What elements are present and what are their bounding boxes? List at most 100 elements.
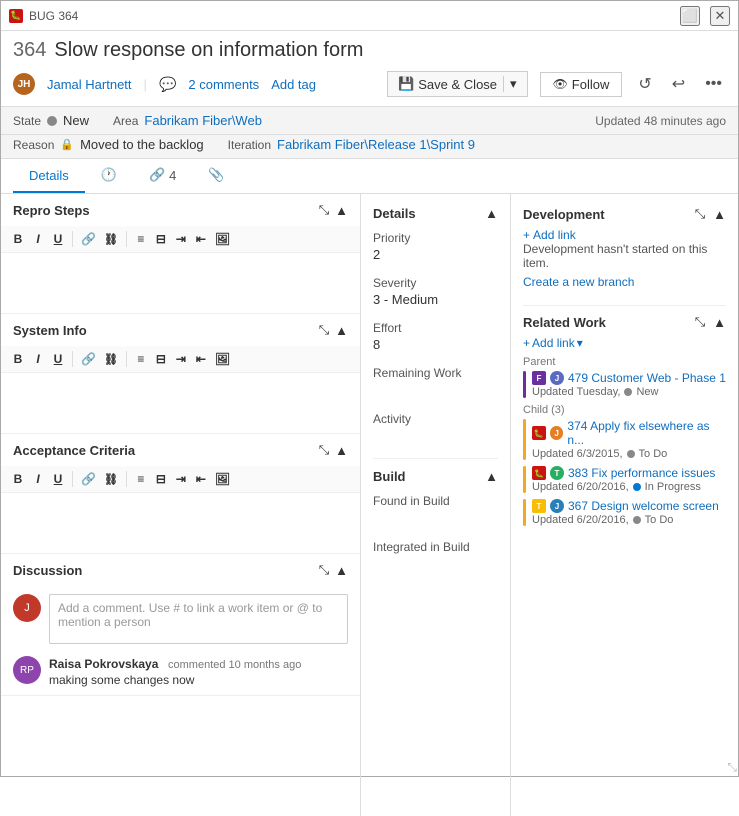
child-2-meta: Updated 6/20/2016, In Progress bbox=[532, 481, 726, 493]
discussion-content: J Add a comment. Use # to link a work it… bbox=[1, 586, 360, 695]
collapse-icon-si[interactable]: ▲ bbox=[335, 323, 348, 338]
list-btn-ac[interactable]: ≡ bbox=[132, 470, 150, 488]
underline-button-ac[interactable]: U bbox=[49, 470, 67, 488]
bold-button-ac[interactable]: B bbox=[9, 470, 27, 488]
tab-details[interactable]: Details bbox=[13, 159, 85, 193]
discussion-header[interactable]: Discussion ⤡ ▲ bbox=[1, 554, 360, 586]
state-value[interactable]: New bbox=[63, 113, 89, 128]
outdent-btn[interactable]: ⇤ bbox=[192, 230, 210, 248]
add-link-dropdown-arrow[interactable]: ▾ bbox=[577, 336, 583, 350]
link-btn[interactable]: 🔗 bbox=[78, 230, 99, 248]
expand-icon-ac[interactable]: ⤡ bbox=[319, 442, 329, 458]
toolbar-divider-si bbox=[72, 351, 73, 367]
image-btn[interactable]: 🖼 bbox=[212, 230, 233, 248]
tab-links[interactable]: 🔗 4 bbox=[133, 159, 192, 193]
link-btn2-ac[interactable]: ⛓ bbox=[101, 471, 121, 488]
build-collapse-icon[interactable]: ▲ bbox=[485, 469, 498, 484]
details-collapse-icon[interactable]: ▲ bbox=[485, 206, 498, 221]
area-value[interactable]: Fabrikam Fiber\Web bbox=[144, 113, 262, 128]
underline-button[interactable]: U bbox=[49, 230, 67, 248]
priority-value[interactable]: 2 bbox=[373, 247, 498, 262]
image-btn-si[interactable]: 🖼 bbox=[212, 350, 233, 368]
create-branch-link[interactable]: Create a new branch bbox=[523, 275, 634, 289]
child-3-title[interactable]: 367 Design welcome screen bbox=[568, 499, 719, 513]
indent-btn[interactable]: ⇥ bbox=[172, 230, 190, 248]
collapse-icon[interactable]: ▲ bbox=[335, 203, 348, 218]
dev-add-link-button[interactable]: + Add link bbox=[523, 228, 726, 242]
child-1-avatar: J bbox=[550, 426, 564, 440]
integrated-in-build-value[interactable] bbox=[373, 556, 498, 572]
collapse-icon-ac[interactable]: ▲ bbox=[335, 443, 348, 458]
outdent-btn-ac[interactable]: ⇤ bbox=[192, 470, 210, 488]
found-in-build-value[interactable] bbox=[373, 510, 498, 526]
dev-expand-icon[interactable]: ⤡ bbox=[695, 206, 705, 222]
follow-button[interactable]: 👁 Follow bbox=[540, 72, 623, 97]
italic-button[interactable]: I bbox=[29, 230, 47, 248]
parent-item-title-main: Customer Web - Phase 1 bbox=[591, 371, 726, 385]
author-link[interactable]: Jamal Hartnett bbox=[47, 77, 132, 92]
system-info-actions: ⤡ ▲ bbox=[319, 322, 348, 338]
activity-value[interactable] bbox=[373, 428, 498, 444]
tab-attachments[interactable]: 📎 bbox=[192, 159, 240, 193]
iteration-value[interactable]: Fabrikam Fiber\Release 1\Sprint 9 bbox=[277, 137, 475, 152]
refresh-button[interactable]: ↺ bbox=[634, 70, 655, 98]
link-btn-si[interactable]: 🔗 bbox=[78, 350, 99, 368]
italic-button-si[interactable]: I bbox=[29, 350, 47, 368]
undo-button[interactable]: ↩ bbox=[668, 70, 689, 98]
remaining-work-label: Remaining Work bbox=[373, 366, 498, 380]
discussion-actions: ⤡ ▲ bbox=[319, 562, 348, 578]
tab-history[interactable]: 🕐 bbox=[85, 159, 133, 193]
indent-btn-ac[interactable]: ⇥ bbox=[172, 470, 190, 488]
outdent-btn-si[interactable]: ⇤ bbox=[192, 350, 210, 368]
link-btn2-si[interactable]: ⛓ bbox=[101, 351, 121, 368]
raisa-initials: RP bbox=[20, 665, 34, 676]
close-button[interactable]: ✕ bbox=[710, 6, 730, 26]
expand-icon-si[interactable]: ⤡ bbox=[319, 322, 329, 338]
bold-button[interactable]: B bbox=[9, 230, 27, 248]
more-options-button[interactable]: ••• bbox=[701, 71, 726, 97]
parent-item-title[interactable]: 479 Customer Web - Phase 1 bbox=[568, 371, 726, 385]
image-btn-ac[interactable]: 🖼 bbox=[212, 470, 233, 488]
italic-button-ac[interactable]: I bbox=[29, 470, 47, 488]
system-info-editor[interactable] bbox=[1, 373, 360, 433]
related-expand-icon[interactable]: ⤡ bbox=[695, 314, 705, 330]
severity-value[interactable]: 3 - Medium bbox=[373, 292, 498, 307]
link-btn2[interactable]: ⛓ bbox=[101, 231, 121, 248]
acceptance-criteria-title: Acceptance Criteria bbox=[13, 443, 135, 458]
remaining-work-value[interactable] bbox=[373, 382, 498, 398]
list-btn-si[interactable]: ≡ bbox=[132, 350, 150, 368]
maximize-button[interactable]: ⬜ bbox=[680, 6, 700, 26]
expand-icon[interactable]: ⤡ bbox=[319, 202, 329, 218]
list-btn[interactable]: ≡ bbox=[132, 230, 150, 248]
save-close-button[interactable]: 💾 Save & Close ▾ bbox=[387, 71, 527, 97]
effort-value[interactable]: 8 bbox=[373, 337, 498, 352]
underline-button-si[interactable]: U bbox=[49, 350, 67, 368]
dev-collapse-icon[interactable]: ▲ bbox=[713, 207, 726, 222]
child-2-title[interactable]: 383 Fix performance issues bbox=[568, 466, 715, 480]
add-tag-link[interactable]: Add tag bbox=[271, 77, 316, 92]
child-1-title[interactable]: 374 Apply fix elsewhere as n... bbox=[567, 419, 726, 447]
system-info-header[interactable]: System Info ⤡ ▲ bbox=[1, 314, 360, 346]
severity-label: Severity bbox=[373, 276, 498, 290]
ordered-list-btn[interactable]: ⊟ bbox=[152, 230, 170, 248]
repro-steps-editor[interactable] bbox=[1, 253, 360, 313]
save-close-dropdown-arrow[interactable]: ▾ bbox=[503, 76, 517, 92]
work-item-title: 364Slow response on information form bbox=[13, 39, 726, 62]
discussion-section: Discussion ⤡ ▲ J Add a comment. Use # to… bbox=[1, 554, 360, 696]
expand-icon-disc[interactable]: ⤡ bbox=[319, 562, 329, 578]
ordered-list-btn-si[interactable]: ⊟ bbox=[152, 350, 170, 368]
related-add-link-button[interactable]: + Add link ▾ bbox=[523, 336, 726, 350]
comments-link[interactable]: 2 comments bbox=[188, 77, 259, 92]
related-collapse-icon[interactable]: ▲ bbox=[713, 315, 726, 330]
reason-value[interactable]: Moved to the backlog bbox=[80, 137, 204, 152]
indent-btn-si[interactable]: ⇥ bbox=[172, 350, 190, 368]
link-btn-ac[interactable]: 🔗 bbox=[78, 470, 99, 488]
parent-item-status: New bbox=[636, 386, 658, 398]
acceptance-criteria-editor[interactable] bbox=[1, 493, 360, 553]
comment-input[interactable]: Add a comment. Use # to link a work item… bbox=[49, 594, 348, 644]
ordered-list-btn-ac[interactable]: ⊟ bbox=[152, 470, 170, 488]
acceptance-criteria-header[interactable]: Acceptance Criteria ⤡ ▲ bbox=[1, 434, 360, 466]
bold-button-si[interactable]: B bbox=[9, 350, 27, 368]
collapse-icon-disc[interactable]: ▲ bbox=[335, 563, 348, 578]
repro-steps-header[interactable]: Repro Steps ⤡ ▲ bbox=[1, 194, 360, 226]
